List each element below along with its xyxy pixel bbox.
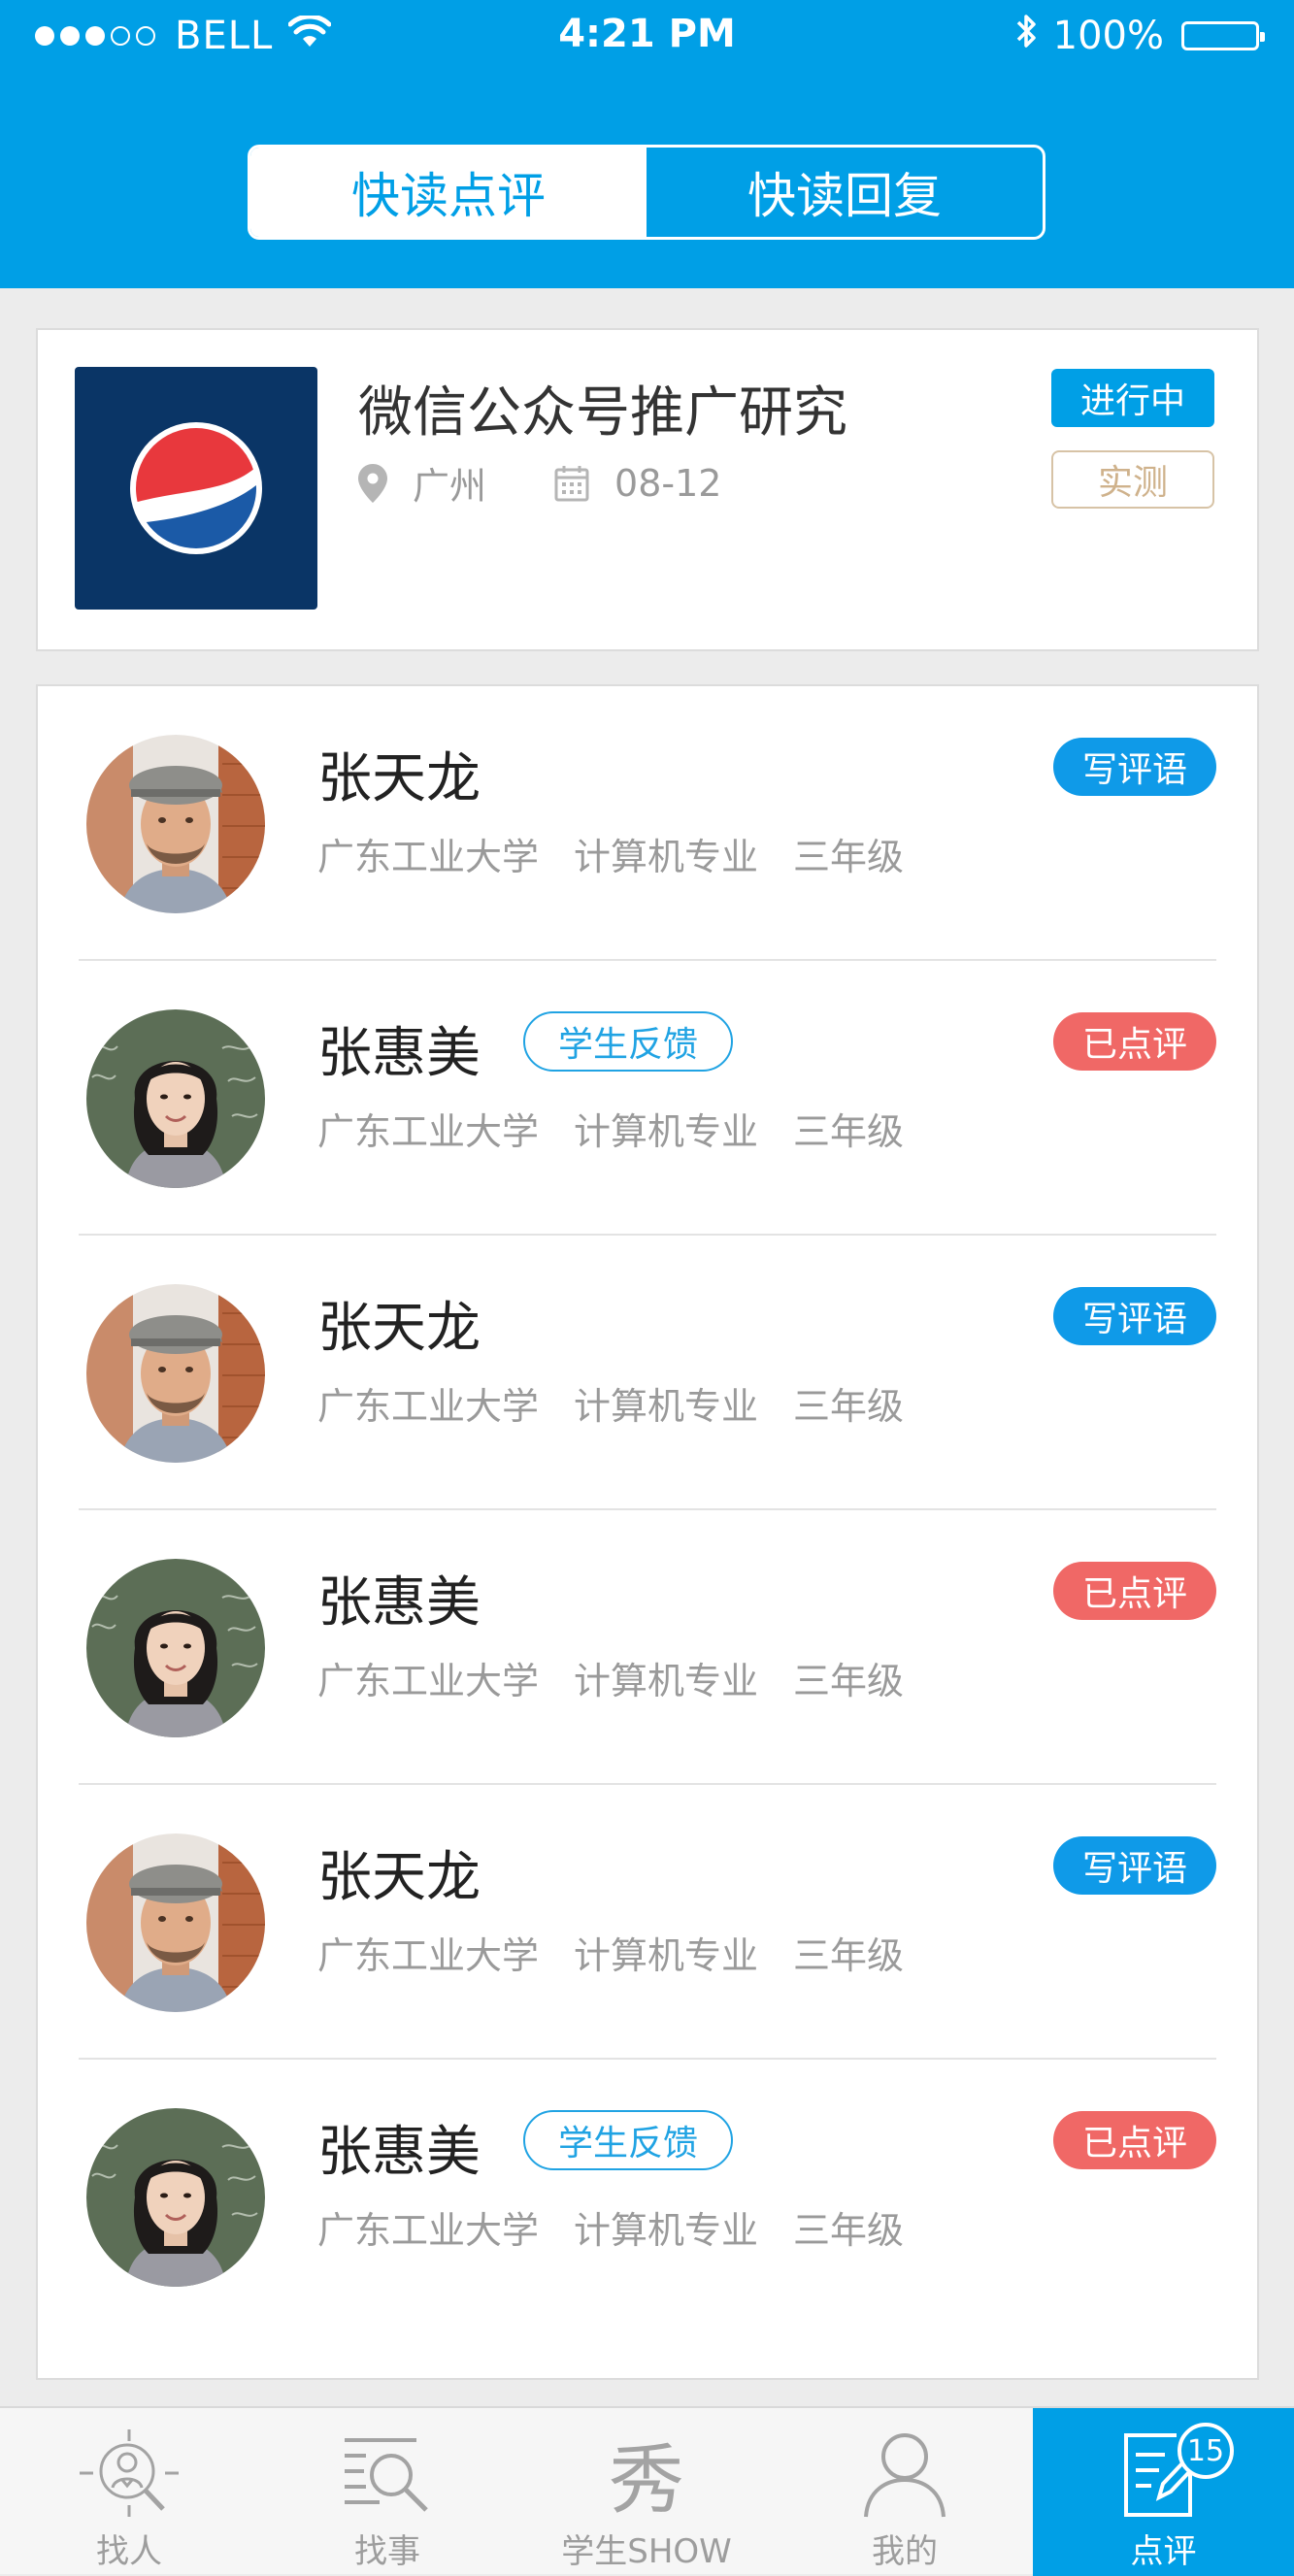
student-row[interactable]: 张惠美 学生反馈广东工业大学 计算机专业 三年级 已点评: [38, 961, 1257, 1236]
project-card[interactable]: 微信公众号推广研究 广州 08-12 进行中 实测: [36, 328, 1259, 651]
student-school: 广东工业大学: [317, 1385, 540, 1428]
type-badge: 实测: [1051, 450, 1214, 509]
segment-quick-reply[interactable]: 快读回复: [647, 148, 1043, 237]
calendar-icon: [554, 465, 589, 501]
reviewed-button[interactable]: 已点评: [1053, 1562, 1216, 1620]
student-name: 张惠美: [317, 1571, 481, 1635]
tab-review[interactable]: 点评 15: [1033, 2408, 1294, 2576]
avatar: [86, 1009, 265, 1188]
tab-label: 学生SHOW: [561, 2532, 732, 2571]
notification-badge: 15: [1178, 2423, 1234, 2479]
status-bar: BELL 4:21 PM 100%: [0, 0, 1294, 72]
tab-bar: 找人 找事 秀 学生SHOW 我的 点评 15: [0, 2406, 1294, 2576]
student-row[interactable]: 张天龙广东工业大学 计算机专业 三年级 写评语: [38, 1236, 1257, 1510]
location-pin-icon: [358, 463, 387, 503]
student-school: 广东工业大学: [317, 1660, 540, 1702]
avatar: [86, 2108, 265, 2287]
tab-find-person[interactable]: 找人: [0, 2408, 258, 2576]
student-row[interactable]: 张天龙广东工业大学 计算机专业 三年级 写评语: [38, 686, 1257, 961]
student-info: 广东工业大学 计算机专业 三年级: [317, 827, 904, 880]
student-info: 广东工业大学 计算机专业 三年级: [317, 1926, 904, 1979]
tab-label: 我的: [872, 2532, 938, 2571]
student-name: 张天龙: [317, 1846, 481, 1909]
student-major: 计算机专业: [574, 1934, 759, 1977]
student-major: 计算机专业: [574, 1110, 759, 1153]
tab-label: 找事: [354, 2532, 420, 2571]
student-row[interactable]: 张惠美 学生反馈广东工业大学 计算机专业 三年级 已点评: [38, 2060, 1257, 2334]
avatar: [86, 1559, 265, 1737]
student-list: 张天龙 广东工业大学 计算机专业 三年级 写评语 张惠美 学生反馈 广东工业大学 计算机专业三…: [36, 684, 1259, 2380]
find-task-icon: [341, 2427, 434, 2521]
student-major: 计算机专业: [574, 1660, 759, 1702]
write-comment-button[interactable]: 写评语: [1053, 738, 1216, 796]
tab-student-show[interactable]: 秀 学生SHOW: [516, 2408, 777, 2576]
student-feedback-tag[interactable]: 学生反馈: [523, 1011, 733, 1072]
show-icon: 秀: [608, 2437, 684, 2525]
student-school: 广东工业大学: [317, 2209, 540, 2252]
student-school: 广东工业大学: [317, 836, 540, 878]
project-meta: 广州 08-12: [358, 456, 721, 510]
profile-icon: [860, 2427, 949, 2521]
find-person-icon: [76, 2427, 182, 2521]
student-school: 广东工业大学: [317, 1110, 540, 1153]
student-grade: 三年级: [793, 1934, 905, 1977]
student-row[interactable]: 张惠美广东工业大学 计算机专业 三年级 已点评: [38, 1510, 1257, 1785]
reviewed-button[interactable]: 已点评: [1053, 1012, 1216, 1071]
status-badge: 进行中: [1051, 369, 1214, 427]
student-school: 广东工业大学: [317, 1934, 540, 1977]
write-comment-button[interactable]: 写评语: [1053, 1836, 1216, 1895]
reviewed-button[interactable]: 已点评: [1053, 2111, 1216, 2169]
student-grade: 三年级: [793, 836, 905, 878]
tab-label: 找人: [96, 2532, 162, 2571]
student-name: 张惠美: [317, 2121, 481, 2184]
project-title: 微信公众号推广研究: [358, 381, 847, 445]
segmented-control: 快读点评 快读回复: [248, 145, 1045, 240]
student-major: 计算机专业: [574, 2209, 759, 2252]
write-comment-button[interactable]: 写评语: [1053, 1287, 1216, 1345]
student-major: 计算机专业: [574, 836, 759, 878]
tab-label: 点评: [1130, 2532, 1197, 2571]
student-grade: 三年级: [793, 1660, 905, 1702]
student-info: 广东工业大学 计算机专业 三年级: [317, 1376, 904, 1430]
tab-find-task[interactable]: 找事: [258, 2408, 516, 2576]
student-major: 计算机专业: [574, 1385, 759, 1428]
tab-profile[interactable]: 我的: [777, 2408, 1033, 2576]
student-row[interactable]: 张天龙广东工业大学 计算机专业 三年级 写评语: [38, 1785, 1257, 2060]
brand-logo-icon: [75, 367, 317, 610]
student-info: 广东工业大学 计算机专业 三年级: [317, 1102, 904, 1155]
student-info: 广东工业大学 计算机专业 三年级: [317, 2200, 904, 2254]
student-grade: 三年级: [793, 2209, 905, 2252]
student-feedback-tag[interactable]: 学生反馈: [523, 2110, 733, 2170]
segment-quick-review[interactable]: 快读点评: [250, 148, 647, 237]
project-date: 08-12: [614, 461, 722, 505]
battery-icon: [1181, 21, 1265, 50]
status-right: 100%: [1014, 12, 1265, 60]
student-grade: 三年级: [793, 1385, 905, 1428]
student-name: 张惠美: [317, 1022, 481, 1085]
header: BELL 4:21 PM 100% 快读点评 快读回复: [0, 0, 1294, 288]
student-name: 张天龙: [317, 747, 481, 810]
student-name: 张天龙: [317, 1297, 481, 1360]
student-grade: 三年级: [793, 1110, 905, 1153]
avatar: [86, 735, 265, 913]
battery-percent: 100%: [1052, 14, 1164, 58]
student-info: 广东工业大学 计算机专业 三年级: [317, 1651, 904, 1704]
avatar: [86, 1284, 265, 1463]
avatar: [86, 1833, 265, 2012]
project-location: 广州: [413, 465, 487, 508]
bluetooth-icon: [1014, 12, 1040, 60]
